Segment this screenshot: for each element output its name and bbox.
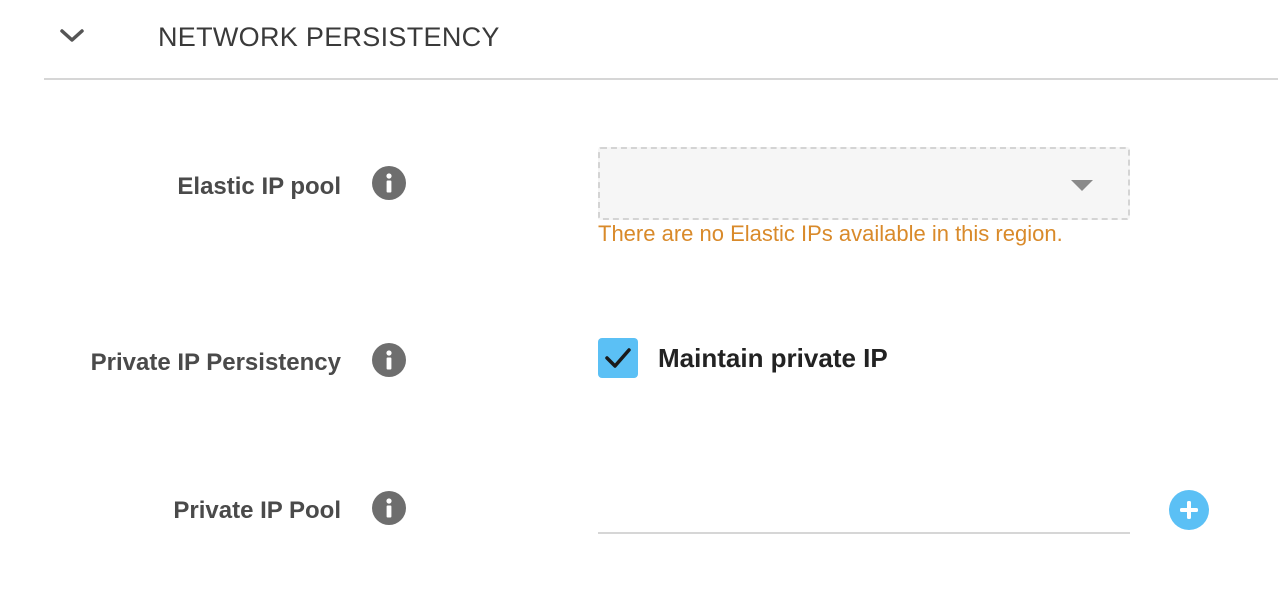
info-icon xyxy=(386,350,392,370)
elastic-ip-pool-label: Elastic IP pool xyxy=(177,173,341,200)
chevron-down-icon xyxy=(60,29,84,42)
info-icon xyxy=(386,173,392,193)
info-icon xyxy=(386,498,392,518)
collapse-toggle-button[interactable] xyxy=(56,20,88,52)
add-private-ip-button[interactable] xyxy=(1169,490,1209,530)
private-ip-persistency-label: Private IP Persistency xyxy=(90,349,341,376)
dropdown-caret-icon xyxy=(1071,180,1093,191)
maintain-private-ip-checkbox[interactable] xyxy=(598,338,638,378)
section-header: NETWORK PERSISTENCY xyxy=(44,0,1278,80)
elastic-ip-pool-select[interactable] xyxy=(598,147,1130,220)
private-ip-persistency-info-icon[interactable] xyxy=(372,343,406,377)
private-ip-pool-input[interactable] xyxy=(598,484,1130,534)
checkmark-icon xyxy=(605,348,631,368)
private-ip-pool-label: Private IP Pool xyxy=(173,497,341,524)
elastic-ip-warning-message: There are no Elastic IPs available in th… xyxy=(598,221,1063,246)
section-title: NETWORK PERSISTENCY xyxy=(158,22,500,52)
elastic-ip-pool-info-icon[interactable] xyxy=(372,166,406,200)
private-ip-pool-info-icon[interactable] xyxy=(372,491,406,525)
plus-icon xyxy=(1180,501,1198,519)
maintain-private-ip-label[interactable]: Maintain private IP xyxy=(658,343,888,373)
